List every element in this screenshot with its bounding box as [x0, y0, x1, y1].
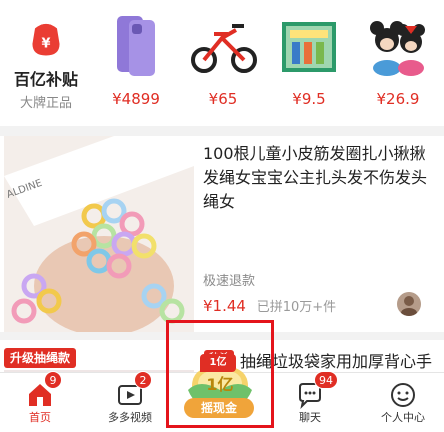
phone-image: [117, 16, 155, 76]
bybt-subtitle: 大牌正品: [19, 96, 72, 111]
tab-label: 个人中心: [381, 411, 425, 424]
shake-cash-button[interactable]: 摇现金: [184, 398, 254, 418]
svg-text:¥: ¥: [42, 37, 51, 52]
toy-figures-image: [370, 21, 425, 76]
strip-price: ¥4899: [112, 90, 160, 108]
home-badge: 9: [44, 371, 62, 389]
product-price: ¥1.44: [203, 297, 246, 315]
balance-bike-image: [191, 24, 257, 73]
sold-count: 已拼10万+件: [256, 300, 337, 315]
tab-profile[interactable]: 个人中心: [362, 373, 444, 432]
coin-text: 1亿: [206, 375, 233, 394]
strip-price: ¥26.9: [376, 90, 420, 108]
bybt-entry[interactable]: ¥ 百亿补贴 大牌正品: [0, 0, 92, 126]
strip-price: ¥65: [208, 90, 238, 108]
book-set-image: [282, 22, 336, 72]
tab-home[interactable]: 9 首页: [0, 371, 80, 432]
price-row: ¥1.44 已拼10万+件: [203, 296, 336, 315]
bybt-title: 百亿补贴: [13, 70, 78, 89]
avatar: [397, 292, 421, 316]
tab-chat[interactable]: 94 聊天: [270, 371, 350, 432]
bybt-icon: ¥: [32, 23, 60, 56]
strip-item-bike[interactable]: ¥65: [180, 0, 266, 126]
tab-label: 多多视频: [108, 411, 152, 424]
fast-refund-label: 极速退款: [203, 274, 256, 289]
strip-price: ¥9.5: [292, 90, 326, 108]
product-card[interactable]: ALDINE 100根儿童小皮筋发圈扎小揪揪发绳女宝宝公主扎头发不伤发头绳女 极…: [0, 136, 444, 332]
product-title[interactable]: 100根儿童小皮筋发圈扎小揪揪发绳女宝宝公主扎头发不伤发头绳女: [203, 142, 439, 214]
profile-icon: [391, 383, 415, 407]
coin-tag: 1亿: [200, 354, 236, 372]
tab-video[interactable]: 2 多多视频: [90, 371, 170, 432]
product-image[interactable]: ALDINE: [4, 136, 194, 332]
hair-ties-image: ALDINE: [4, 136, 194, 332]
chat-badge: 94: [314, 371, 338, 389]
top-recommend-strip: ¥ 百亿补贴 大牌正品 ¥4899 ¥65 ¥9.5 ¥26.9: [0, 0, 444, 126]
upgrade-badge: 升级抽绳款: [4, 348, 77, 368]
strip-item-books[interactable]: ¥9.5: [266, 0, 352, 126]
tab-label: 首页: [29, 411, 51, 424]
strip-item-phone[interactable]: ¥4899: [92, 0, 180, 126]
video-badge: 2: [134, 371, 152, 389]
strip-item-toys[interactable]: ¥26.9: [352, 0, 444, 126]
tab-label: 聊天: [299, 411, 321, 424]
